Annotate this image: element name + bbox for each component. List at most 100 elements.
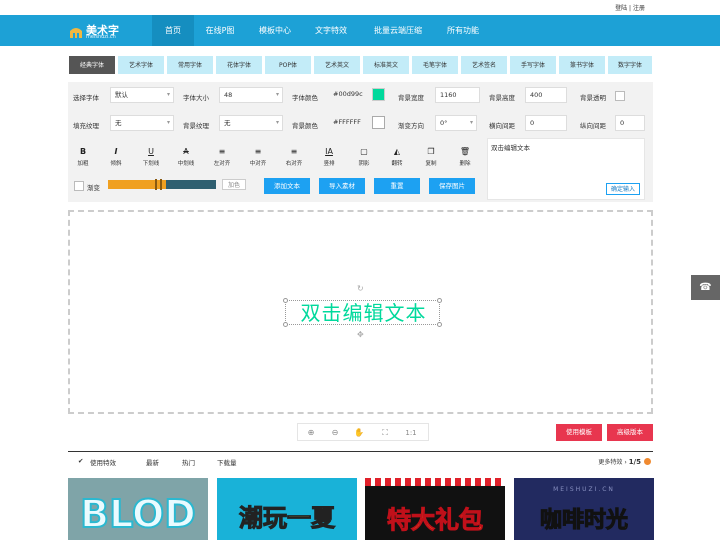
color-input[interactable]: #00d99c — [329, 87, 369, 103]
filter-newest[interactable]: 最新 — [146, 457, 159, 467]
filter-hot[interactable]: 热门 — [182, 457, 195, 467]
underline-button[interactable]: U 下划线 — [137, 145, 165, 171]
text-selection-box[interactable]: 双击编辑文本 — [283, 298, 442, 327]
tab-fancy[interactable]: 花体字体 — [215, 55, 263, 75]
strikethrough-button[interactable]: A 中划线 — [172, 145, 200, 171]
vertical-text-button[interactable]: IA 竖排 — [315, 145, 343, 171]
reset-button[interactable]: 重置 — [374, 178, 420, 194]
register-link[interactable]: 注册 — [633, 5, 645, 12]
tab-art-english[interactable]: 艺术英文 — [313, 55, 361, 75]
tab-numbers[interactable]: 数字字体 — [607, 55, 653, 75]
resize-handle[interactable] — [283, 322, 288, 327]
nav-item-home[interactable]: 首页 — [152, 15, 194, 46]
editor-canvas[interactable]: ↻ 双击编辑文本 ✥ — [68, 210, 653, 414]
tab-seal[interactable]: 篆书字体 — [558, 55, 606, 75]
size-select[interactable]: 48 ▾ — [219, 87, 283, 103]
nav-item-photo[interactable]: 在线P图 — [198, 15, 242, 46]
bg-color-label: 背景颜色 — [292, 122, 318, 130]
bg-transparent-checkbox[interactable] — [615, 91, 625, 101]
filter-used[interactable]: 使用特效 — [90, 457, 116, 467]
delete-button[interactable]: 🗑 删除 — [451, 145, 479, 171]
add-color-button[interactable]: 加色 — [222, 179, 246, 190]
tab-pop[interactable]: POP体 — [264, 55, 312, 75]
logo[interactable]: 美术字 meishuzi.cn — [68, 22, 128, 42]
bg-color-swatch[interactable] — [372, 116, 385, 129]
tab-classic[interactable]: 经典字体 — [68, 55, 116, 75]
align-left-button[interactable]: ≡ 左对齐 — [208, 145, 236, 171]
tab-brush[interactable]: 毛笔字体 — [411, 55, 459, 75]
text-input-area[interactable]: 双击编辑文本 确定输入 — [487, 138, 645, 200]
chevron-right-icon: › — [624, 459, 627, 466]
gradient-track — [166, 180, 216, 189]
tab-handwriting[interactable]: 手写字体 — [509, 55, 557, 75]
save-image-button[interactable]: 保存图片 — [429, 178, 475, 194]
tab-std-english[interactable]: 标准英文 — [362, 55, 410, 75]
shadow-button[interactable]: ▢ 阴影 — [350, 145, 378, 171]
resize-handle[interactable] — [437, 322, 442, 327]
zoom-in-icon[interactable]: ⊕ — [300, 426, 322, 440]
align-center-button[interactable]: ≡ 中对齐 — [244, 145, 272, 171]
text-color-swatch[interactable] — [372, 88, 385, 101]
rotate-icon[interactable]: ↻ — [357, 284, 364, 293]
gradient-checkbox[interactable] — [74, 181, 84, 191]
h-spacing-input[interactable]: 0 — [525, 115, 567, 131]
effect-thumb[interactable]: 特大礼包 — [365, 478, 505, 540]
advanced-version-button[interactable]: 高级版本 — [607, 424, 653, 441]
logo-icon — [70, 28, 82, 38]
phone-icon[interactable]: ☎ — [691, 275, 720, 300]
copy-button[interactable]: ❐ 复制 — [417, 145, 445, 171]
gradient-handle[interactable] — [160, 179, 162, 190]
underline-label: 下划线 — [142, 161, 160, 167]
actual-size-button[interactable]: 1:1 — [400, 426, 422, 440]
next-page-icon[interactable] — [644, 458, 651, 465]
gradient-slider[interactable] — [108, 179, 216, 190]
hand-icon[interactable]: ✋ — [348, 426, 370, 440]
nav-item-compress[interactable]: 批量云端压缩 — [366, 15, 430, 46]
font-select[interactable]: 默认 ▾ — [110, 87, 174, 103]
fit-icon[interactable]: ⛶ — [374, 426, 396, 440]
effect-thumb[interactable]: MEISHUZI.CN 咖啡时光 — [514, 478, 654, 540]
resize-handle[interactable] — [283, 298, 288, 303]
use-template-button[interactable]: 使用模板 — [556, 424, 602, 441]
import-material-button[interactable]: 导入素材 — [319, 178, 365, 194]
chevron-down-icon: ▾ — [166, 91, 170, 98]
bg-texture-select[interactable]: 无 ▾ — [219, 115, 283, 131]
align-right-button[interactable]: ≡ 右对齐 — [280, 145, 308, 171]
italic-button[interactable]: I 倾斜 — [102, 145, 130, 171]
filter-downloads[interactable]: 下载量 — [217, 457, 237, 467]
tab-art[interactable]: 艺术字体 — [117, 55, 165, 75]
effect-thumb[interactable]: 潮玩一夏 — [217, 478, 357, 540]
align-right-label: 右对齐 — [285, 161, 303, 167]
bg-color-input[interactable]: #FFFFFF — [329, 115, 369, 131]
nav-item-all[interactable]: 所有功能 — [440, 15, 486, 46]
effect-thumb[interactable]: BLOD — [68, 478, 208, 540]
canvas-text[interactable]: 双击编辑文本 — [286, 301, 441, 326]
login-link[interactable]: 登陆 — [615, 5, 627, 12]
tab-common[interactable]: 常用字体 — [166, 55, 214, 75]
nav-item-templates[interactable]: 模板中心 — [252, 15, 298, 46]
bold-button[interactable]: B 加粗 — [69, 145, 97, 171]
more-effects-link[interactable]: 更多特效 — [598, 459, 622, 466]
nav-item-effects[interactable]: 文字特效 — [308, 15, 354, 46]
trash-icon: 🗑 — [459, 147, 471, 156]
fill-texture-select[interactable]: 无 ▾ — [110, 115, 174, 131]
gradient-direction-value: 0° — [440, 119, 448, 127]
v-spacing-input[interactable]: 0 — [615, 115, 645, 131]
add-text-button[interactable]: 添加文本 — [264, 178, 310, 194]
align-center-label: 中对齐 — [249, 161, 267, 167]
align-left-icon: ≡ — [218, 147, 226, 156]
auth-links: 登陆 | 注册 — [615, 3, 645, 12]
resize-handle[interactable] — [437, 298, 442, 303]
zoom-out-icon[interactable]: ⊖ — [324, 426, 346, 440]
bg-width-input[interactable]: 1160 — [435, 87, 480, 103]
gradient-direction-select[interactable]: 0° ▾ — [435, 115, 477, 131]
tab-signature[interactable]: 艺术签名 — [460, 55, 508, 75]
logo-domain: meishuzi.cn — [86, 34, 116, 40]
move-icon[interactable]: ✥ — [357, 330, 364, 339]
thumb-text: BLOD — [79, 491, 197, 537]
confirm-input-button[interactable]: 确定输入 — [605, 183, 640, 195]
gradient-fill — [108, 180, 166, 189]
flip-button[interactable]: ◭ 翻转 — [383, 145, 411, 171]
gradient-handle[interactable] — [155, 179, 157, 190]
bg-height-input[interactable]: 400 — [525, 87, 567, 103]
